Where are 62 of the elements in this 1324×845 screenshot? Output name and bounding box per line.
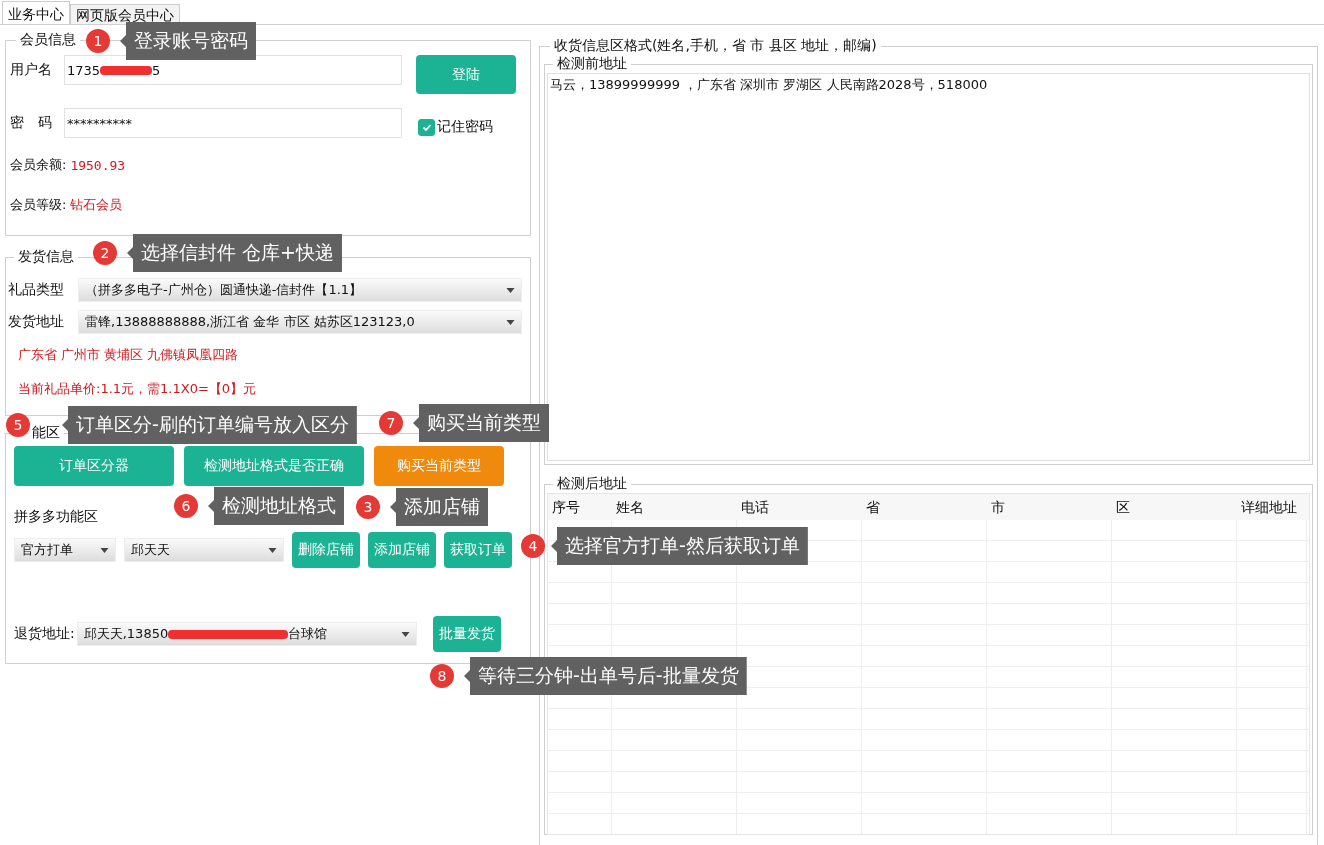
callout-tooltip: 订单区分-刷的订单编号放入区分 bbox=[62, 406, 357, 444]
callout-tooltip: 选择信封件 仓库+快递 bbox=[127, 234, 342, 272]
step-number: 7 bbox=[379, 411, 403, 435]
sender-address-dropdown[interactable]: 雷锋,13888888888,浙江省 金华 市区 姑苏区123123,0 bbox=[78, 310, 522, 334]
step-number: 6 bbox=[174, 494, 198, 518]
callout-tooltip: 等待三分钟-出单号后-批量发货 bbox=[464, 657, 747, 695]
tab[interactable]: 网页版会员中心 bbox=[70, 4, 180, 24]
warehouse-address: 广东省 广州市 黄埔区 九佛镇凤凰四路 bbox=[17, 346, 240, 364]
group-title: 收货信息区格式(姓名,手机，省 市 县区 地址，邮编) bbox=[553, 37, 878, 55]
callout-tooltip: 添加店铺 bbox=[390, 488, 488, 526]
callout-tooltip: 登录账号密码 bbox=[120, 22, 256, 60]
caret-icon bbox=[400, 631, 410, 637]
column-header[interactable]: 电话 bbox=[737, 494, 862, 520]
price-note: 当前礼品单价:1.1元，需1.1X0=【0】元 bbox=[17, 380, 258, 398]
return-address-value: 邱天天,13850 bbox=[83, 625, 169, 643]
callout-tooltip: 购买当前类型 bbox=[413, 404, 549, 442]
username-value: 5 bbox=[152, 62, 161, 78]
group-title: 检测后地址 bbox=[556, 475, 628, 493]
group-title: 会员信息 bbox=[19, 31, 77, 49]
group-title: 能区 bbox=[31, 424, 61, 442]
gift-type-label: 礼品类型 bbox=[8, 281, 65, 299]
redaction-mark bbox=[100, 65, 153, 75]
print-mode-dropdown[interactable]: 官方打单 bbox=[14, 538, 116, 562]
username-label: 用户名 bbox=[10, 61, 53, 79]
sender-address-label: 发货地址 bbox=[8, 313, 65, 331]
step-number: 5 bbox=[6, 413, 30, 437]
balance-value: 1950.93 bbox=[70, 157, 126, 173]
column-header[interactable]: 省 bbox=[862, 494, 987, 520]
step-number: 2 bbox=[93, 241, 117, 265]
group-title: 发货信息 bbox=[17, 248, 75, 266]
level-value: 钻石会员 bbox=[70, 196, 123, 214]
callout-tooltip: 检测地址格式 bbox=[208, 487, 344, 525]
caret-icon bbox=[268, 547, 277, 553]
gift-type-dropdown[interactable]: （拼多多电子-广州仓）圆通快递-信封件【1.1】 bbox=[78, 278, 522, 302]
return-address-value: 台球馆 bbox=[288, 625, 328, 643]
callout-tooltip: 选择官方打单-然后获取订单 bbox=[551, 527, 808, 565]
caret-icon bbox=[506, 287, 515, 293]
section-label: 拼多多功能区 bbox=[14, 508, 98, 526]
level-label: 会员等级: bbox=[10, 196, 67, 214]
address-textarea[interactable]: 马云，13899999999 ，广东省 深圳市 罗湖区 人民南路2028号，518000 bbox=[547, 73, 1310, 461]
shop-dropdown[interactable]: 邱天天 bbox=[124, 538, 284, 562]
column-header[interactable]: 姓名 bbox=[612, 494, 737, 520]
remember-label: 记住密码 bbox=[437, 118, 493, 136]
balance-label: 会员余额: bbox=[10, 156, 67, 174]
username-value: 1735 bbox=[67, 62, 101, 78]
column-header[interactable]: 区 bbox=[1112, 494, 1237, 520]
column-header[interactable]: 序号 bbox=[548, 494, 612, 520]
remember-checkbox[interactable] bbox=[418, 118, 435, 136]
password-field[interactable]: ********** bbox=[64, 108, 402, 138]
group-title: 检测前地址 bbox=[556, 55, 628, 73]
password-label: 密 码 bbox=[10, 114, 53, 132]
column-header[interactable]: 详细地址 bbox=[1237, 494, 1307, 520]
column-header[interactable]: 市 bbox=[987, 494, 1112, 520]
return-address-label: 退货地址: bbox=[14, 625, 75, 643]
return-address-dropdown[interactable]: 邱天天,13850 台球馆 bbox=[76, 622, 417, 646]
step-number: 1 bbox=[86, 29, 110, 53]
tab[interactable]: 业务中心 bbox=[2, 1, 70, 24]
step-number: 8 bbox=[430, 664, 454, 688]
caret-icon bbox=[506, 319, 515, 325]
step-number: 4 bbox=[521, 534, 545, 558]
step-number: 3 bbox=[356, 495, 380, 519]
caret-icon bbox=[100, 547, 109, 553]
